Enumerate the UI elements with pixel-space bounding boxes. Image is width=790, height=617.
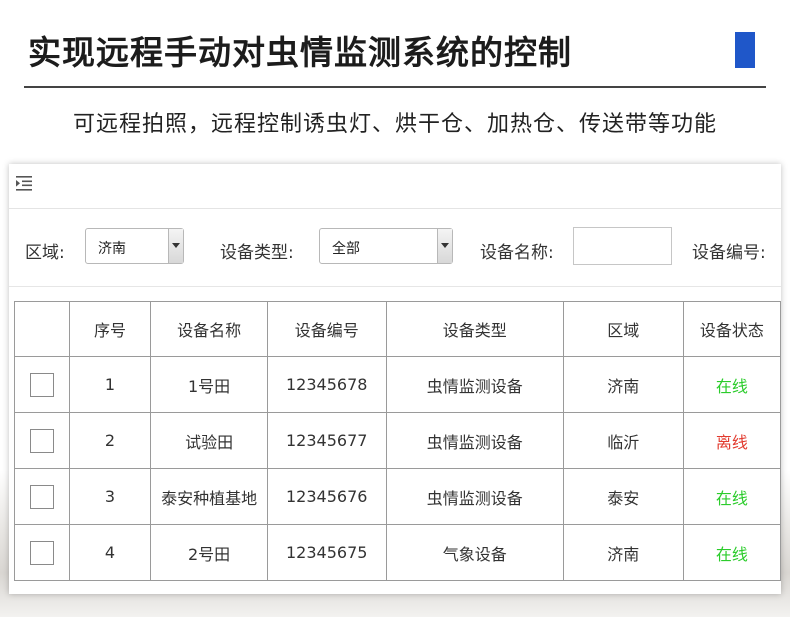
cell-device-name: 试验田 — [150, 412, 268, 469]
cell-region: 济南 — [562, 356, 684, 413]
chevron-down-icon — [172, 243, 180, 248]
row-checkbox[interactable] — [29, 540, 54, 565]
cell-index: 1 — [68, 356, 152, 413]
device-name-label: 设备名称: — [480, 243, 554, 263]
cell-device-code: 12345675 — [266, 524, 387, 581]
cell-device-code: 12345677 — [266, 412, 387, 469]
cell-region: 临沂 — [562, 412, 684, 469]
divider — [24, 86, 766, 88]
header-device-code[interactable]: 设备编号 — [266, 301, 387, 357]
chevron-down-icon — [441, 243, 449, 248]
cell-region: 泰安 — [562, 468, 684, 525]
device-type-select-arrow[interactable] — [437, 229, 452, 263]
cell-device-code: 12345678 — [266, 356, 387, 413]
cell-status: 在线 — [682, 524, 781, 581]
cell-region: 济南 — [562, 524, 684, 581]
cell-status: 在线 — [682, 356, 781, 413]
cell-device-type: 气象设备 — [385, 524, 564, 581]
cell-device-type: 虫情监测设备 — [385, 468, 564, 525]
row-select-cell — [14, 412, 70, 469]
cell-device-name: 1号田 — [150, 356, 268, 413]
cell-index: 3 — [68, 468, 152, 525]
region-label: 区域: — [25, 243, 65, 263]
header-device-type[interactable]: 设备类型 — [385, 301, 564, 357]
cell-device-type: 虫情监测设备 — [385, 356, 564, 413]
header-device-name[interactable]: 设备名称 — [150, 301, 268, 357]
cell-device-type: 虫情监测设备 — [385, 412, 564, 469]
device-table: 序号 设备名称 设备编号 设备类型 区域 设备状态 1 1号田 12345678… — [14, 301, 781, 581]
row-checkbox[interactable] — [29, 484, 54, 509]
row-select-cell — [14, 468, 70, 525]
row-checkbox[interactable] — [29, 428, 54, 453]
cell-index: 4 — [68, 524, 152, 581]
cell-device-name: 泰安种植基地 — [150, 468, 268, 525]
panel-toolbar — [9, 164, 781, 209]
cell-index: 2 — [68, 412, 152, 469]
header-select — [14, 301, 70, 357]
header-device-status[interactable]: 设备状态 — [682, 301, 781, 357]
cell-status: 离线 — [682, 412, 781, 469]
row-checkbox[interactable] — [29, 372, 54, 397]
row-select-cell — [14, 524, 70, 581]
cell-device-name: 2号田 — [150, 524, 268, 581]
region-select-arrow[interactable] — [168, 229, 183, 263]
table-row[interactable]: 4 2号田 12345675 气象设备 济南 在线 — [14, 524, 781, 581]
region-select[interactable]: 济南 — [85, 228, 184, 264]
device-type-label: 设备类型: — [220, 243, 294, 263]
page-title: 实现远程手动对虫情监测系统的控制 — [28, 33, 572, 72]
device-type-select[interactable]: 全部 — [319, 228, 453, 264]
header-region[interactable]: 区域 — [562, 301, 684, 357]
table-row[interactable]: 2 试验田 12345677 虫情监测设备 临沂 离线 — [14, 412, 781, 469]
device-code-label: 设备编号: — [692, 243, 766, 263]
device-name-input[interactable] — [573, 227, 672, 265]
table-row[interactable]: 1 1号田 12345678 虫情监测设备 济南 在线 — [14, 356, 781, 413]
region-select-value: 济南 — [98, 241, 126, 257]
indent-menu-icon[interactable] — [15, 174, 33, 192]
header-index[interactable]: 序号 — [68, 301, 152, 357]
accent-block — [735, 32, 755, 68]
device-type-select-value: 全部 — [332, 241, 360, 257]
table-row[interactable]: 3 泰安种植基地 12345676 虫情监测设备 泰安 在线 — [14, 468, 781, 525]
device-list-panel: 区域: 济南 设备类型: 全部 设备名称: 设备编号: 序号 设备名称 设备编号… — [9, 164, 781, 594]
row-select-cell — [14, 356, 70, 413]
cell-device-code: 12345676 — [266, 468, 387, 525]
page-subtitle: 可远程拍照，远程控制诱虫灯、烘干仓、加热仓、传送带等功能 — [72, 112, 717, 137]
cell-status: 在线 — [682, 468, 781, 525]
table-header-row: 序号 设备名称 设备编号 设备类型 区域 设备状态 — [14, 301, 781, 357]
